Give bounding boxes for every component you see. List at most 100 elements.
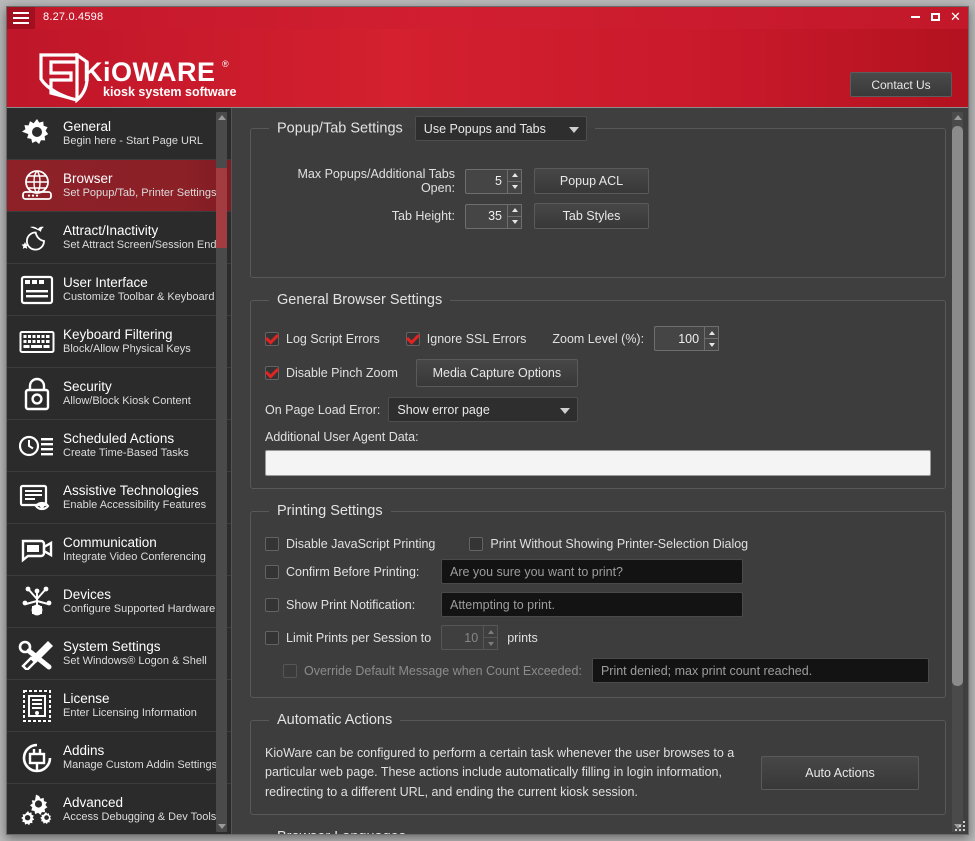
tab-height-increment[interactable] [507, 203, 522, 217]
svg-text:kiosk system software: kiosk system software [103, 85, 236, 99]
show-print-notification-checkbox[interactable]: Show Print Notification: [265, 597, 441, 612]
close-button[interactable]: ✕ [947, 9, 964, 25]
sidebar-scroll-thumb[interactable] [216, 168, 227, 248]
svg-text:®: ® [222, 59, 229, 69]
sidebar-item-title: Security [63, 378, 112, 394]
tab-height-value[interactable]: 35 [465, 203, 507, 229]
globe-browser-icon [15, 166, 59, 206]
popup-tab-settings-title: Popup/Tab Settings [277, 120, 403, 137]
maximize-icon [931, 13, 940, 21]
sidebar-item-subtitle: Begin here - Start Page URL [63, 135, 204, 148]
sidebar-item-scheduled-actions[interactable]: Scheduled Actions Create Time-Based Tasks [7, 420, 231, 472]
max-popups-spinner[interactable]: 5 [465, 168, 522, 194]
automatic-actions-legend: Automatic Actions [277, 712, 393, 728]
auto-actions-button[interactable]: Auto Actions [761, 756, 919, 791]
tab-height-spinner[interactable]: 35 [465, 203, 522, 229]
max-popups-decrement[interactable] [507, 181, 522, 194]
limit-prints-checkbox[interactable]: Limit Prints per Session to [265, 630, 431, 645]
checkbox-icon [265, 537, 279, 551]
limit-prints-spinner[interactable]: 10 [441, 625, 499, 650]
limit-prints-value[interactable]: 10 [441, 625, 484, 650]
sidebar-scroll-down-arrow[interactable] [216, 821, 227, 832]
window-resize-grip[interactable] [951, 817, 965, 831]
sidebar-item-system-settings[interactable]: System Settings Set Windows® Logon & Shel… [7, 628, 231, 680]
ignore-ssl-errors-checkbox[interactable]: Ignore SSL Errors [405, 331, 526, 346]
sidebar-item-subtitle: Set Popup/Tab, Printer Settings [63, 187, 217, 200]
gear-icon [15, 114, 59, 154]
device-hub-icon [15, 582, 59, 622]
kioware-logo-icon: KiOWARE ® kiosk system software [39, 53, 236, 103]
disable-js-printing-checkbox[interactable]: Disable JavaScript Printing [265, 537, 435, 551]
sidebar-scroll-up-arrow[interactable] [216, 112, 227, 123]
zoom-level-increment[interactable] [704, 326, 720, 339]
zoom-level-spinner[interactable]: 100 [654, 326, 720, 351]
max-popups-value[interactable]: 5 [465, 168, 507, 194]
sidebar-item-general[interactable]: General Begin here - Start Page URL [7, 108, 231, 160]
gears-icon [15, 790, 59, 830]
checkmark-icon [405, 331, 420, 346]
sidebar-item-license[interactable]: License Enter Licensing Information [7, 680, 231, 732]
contact-us-button[interactable]: Contact Us [850, 72, 952, 97]
sidebar-item-keyboard-filtering[interactable]: Keyboard Filtering Block/Allow Physical K… [7, 316, 231, 368]
limit-prints-decrement[interactable] [483, 638, 499, 650]
zoom-level-value[interactable]: 100 [654, 326, 705, 351]
disable-js-printing-label: Disable JavaScript Printing [286, 537, 436, 551]
popup-mode-select[interactable]: Use Popups and Tabs [414, 116, 587, 141]
window-toolbar-icon [15, 270, 59, 310]
sidebar-item-subtitle: Configure Supported Hardware [63, 603, 216, 616]
kioware-config-window: 8.27.0.4598 ✕ KiOWARE ® kiosk system sof… [6, 6, 969, 835]
tab-height-decrement[interactable] [507, 216, 522, 229]
body-area: General Begin here - Start Page URL Browse… [7, 108, 968, 834]
max-popups-increment[interactable] [507, 168, 522, 182]
print-without-dialog-label: Print Without Showing Printer-Selection … [490, 537, 749, 551]
user-agent-input[interactable] [265, 450, 931, 476]
confirm-message-input[interactable]: Are you sure you want to print? [441, 559, 743, 584]
print-without-dialog-checkbox[interactable]: Print Without Showing Printer-Selection … [469, 537, 748, 551]
popup-mode-value: Use Popups and Tabs [423, 121, 546, 136]
sidebar-item-advanced[interactable]: Advanced Access Debugging & Dev Tools [7, 784, 231, 834]
sidebar-list: General Begin here - Start Page URL Browse… [7, 108, 231, 834]
override-default-message-checkbox[interactable]: Override Default Message when Count Exce… [283, 663, 582, 678]
maximize-button[interactable] [927, 9, 944, 25]
main-scrollbar[interactable] [952, 112, 963, 832]
sidebar-item-title: Addins [63, 742, 105, 758]
sidebar-item-attract-inactivity[interactable]: Attract/Inactivity Set Attract Screen/Ses… [7, 212, 231, 264]
log-script-errors-checkbox[interactable]: Log Script Errors [265, 331, 380, 346]
popup-acl-button[interactable]: Popup ACL [534, 168, 649, 194]
zoom-level-decrement[interactable] [704, 339, 720, 351]
confirm-before-printing-checkbox[interactable]: Confirm Before Printing: [265, 564, 441, 579]
sidebar-item-browser[interactable]: Browser Set Popup/Tab, Printer Settings [7, 160, 231, 212]
notification-message-input[interactable]: Attempting to print. [441, 592, 743, 617]
disable-pinch-zoom-checkbox[interactable]: Disable Pinch Zoom [265, 366, 398, 380]
sidebar-item-user-interface[interactable]: User Interface Customize Toolbar & Keyboa… [7, 264, 231, 316]
clock-list-icon [15, 426, 59, 466]
sidebar-item-subtitle: Create Time-Based Tasks [63, 447, 189, 460]
override-message-input[interactable]: Print denied; max print count reached. [591, 658, 929, 683]
tab-styles-button[interactable]: Tab Styles [534, 203, 649, 229]
sidebar-item-subtitle: Enter Licensing Information [63, 707, 197, 720]
checkmark-icon [265, 366, 279, 380]
automatic-actions-description: KioWare can be configured to perform a c… [265, 746, 735, 799]
sidebar-item-assistive-technologies[interactable]: Assistive Technologies Enable Accessibili… [7, 472, 231, 524]
checkbox-icon [265, 597, 279, 612]
main-scroll-up-arrow[interactable] [952, 112, 963, 123]
sidebar-item-title: Communication [63, 534, 157, 550]
hamburger-menu-icon[interactable] [7, 7, 35, 29]
settings-panel: Popup/Tab Settings Use Popups and Tabs M… [232, 108, 968, 834]
sidebar-item-title: Attract/Inactivity [63, 222, 159, 238]
document-eye-icon [15, 478, 59, 518]
media-capture-options-button[interactable]: Media Capture Options [415, 359, 578, 387]
sidebar-item-communication[interactable]: Communication Integrate Video Conferencin… [7, 524, 231, 576]
prints-suffix-label: prints [507, 630, 538, 645]
sidebar-item-security[interactable]: Security Allow/Block Kiosk Content [7, 368, 231, 420]
checkmark-icon [265, 331, 279, 346]
page-load-error-select[interactable]: Show error page [388, 397, 579, 422]
minimize-button[interactable] [907, 9, 924, 25]
sidebar-item-addins[interactable]: Addins Manage Custom Addin Settings [7, 732, 231, 784]
sidebar-scrollbar[interactable] [216, 112, 227, 832]
sidebar-item-devices[interactable]: Devices Configure Supported Hardware [7, 576, 231, 628]
sidebar-item-subtitle: Block/Allow Physical Keys [63, 343, 191, 356]
window-controls: ✕ [907, 9, 964, 25]
limit-prints-increment[interactable] [483, 625, 499, 638]
main-scroll-thumb[interactable] [952, 126, 963, 686]
